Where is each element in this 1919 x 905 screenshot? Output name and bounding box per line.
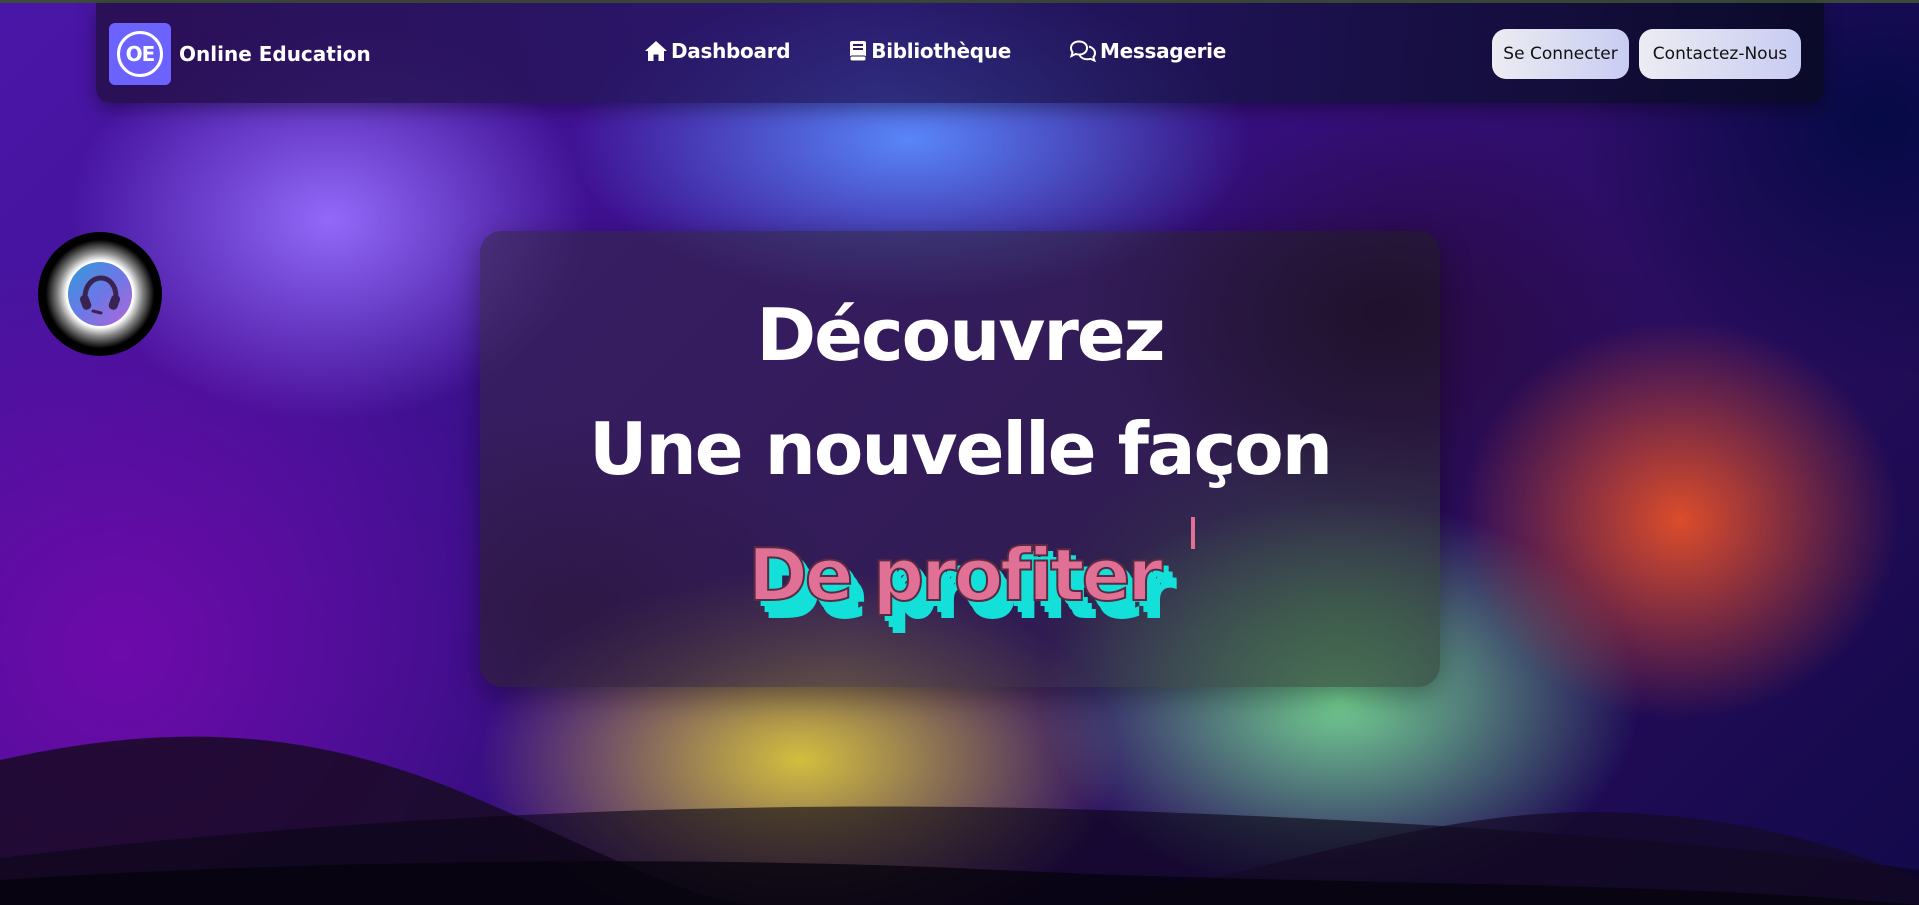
support-button[interactable] <box>38 232 162 356</box>
hero-typed-text: De profiter <box>747 532 1164 618</box>
book-icon <box>849 41 867 62</box>
chat-icon <box>1069 40 1097 62</box>
headset-icon <box>79 275 121 315</box>
contact-button[interactable]: Contactez-Nous <box>1639 29 1801 79</box>
login-button[interactable]: Se Connecter <box>1492 29 1629 79</box>
typing-cursor <box>1191 517 1195 549</box>
brand[interactable]: OE Online Education <box>109 23 371 85</box>
page-root: OE Online Education Dashboard Bibliothèq… <box>0 0 1919 905</box>
hero-card: Découvrez Une nouvelle façon De profiter <box>480 231 1440 687</box>
brand-logo-text: OE <box>117 31 163 77</box>
nav-item-dashboard[interactable]: Dashboard <box>644 39 791 63</box>
nav-links: Dashboard Bibliothèque Messagerie <box>644 39 1226 63</box>
nav-item-label: Messagerie <box>1100 39 1226 63</box>
nav-item-messagerie[interactable]: Messagerie <box>1069 39 1226 63</box>
nav-item-label: Bibliothèque <box>871 39 1012 63</box>
support-icon-wrap <box>68 262 132 326</box>
hero-heading-line2: Une nouvelle façon <box>589 407 1333 491</box>
brand-name: Online Education <box>179 42 371 66</box>
hero-heading-line1: Découvrez <box>756 293 1165 377</box>
nav-item-label: Dashboard <box>671 39 791 63</box>
home-icon <box>645 41 667 61</box>
brand-logo: OE <box>109 23 171 85</box>
top-navbar: OE Online Education Dashboard Bibliothèq… <box>96 3 1824 103</box>
nav-item-bibliotheque[interactable]: Bibliothèque <box>848 39 1011 63</box>
